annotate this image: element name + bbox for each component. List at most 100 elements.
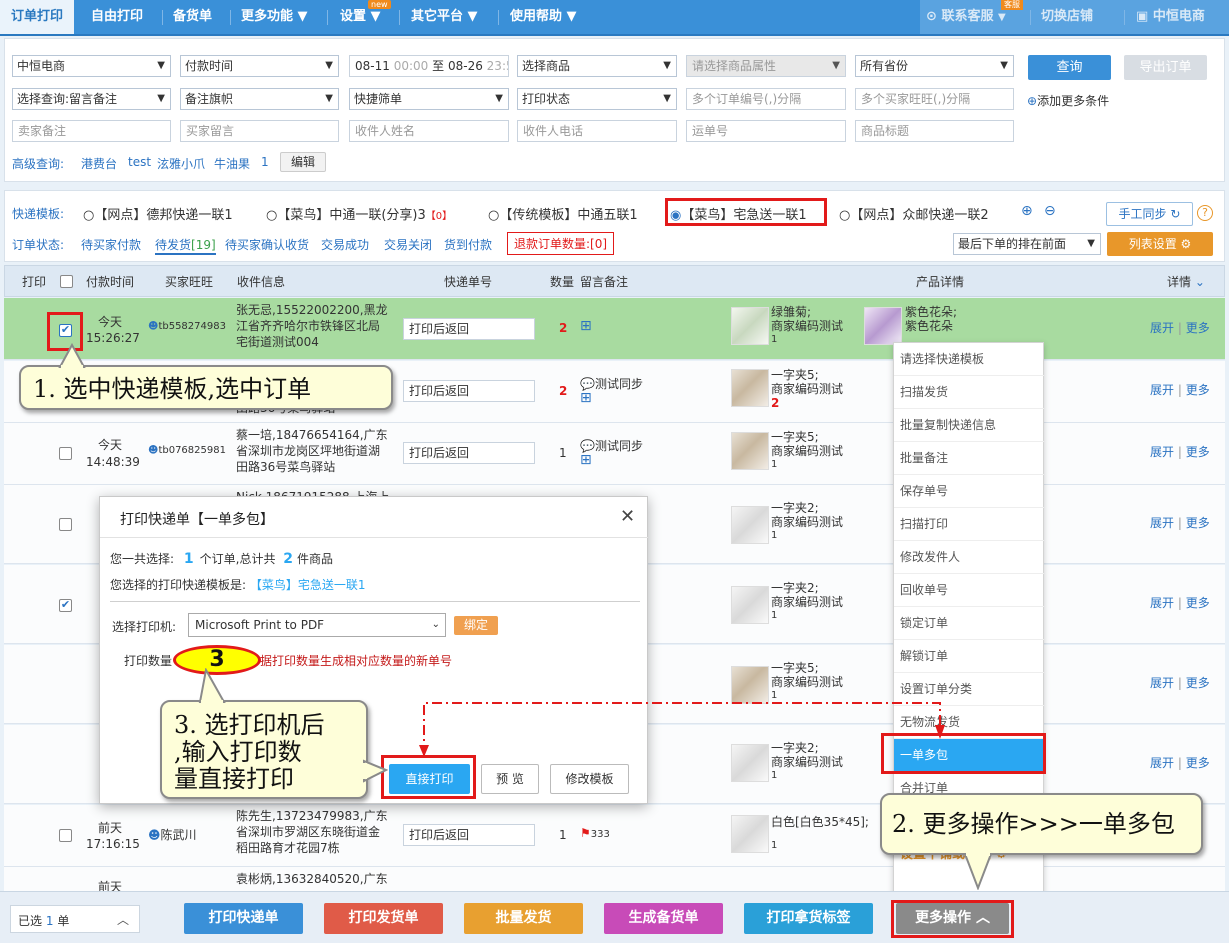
tab-more-functions[interactable]: 更多功能 ▼ xyxy=(241,0,308,34)
add-condition[interactable]: ⊕添加更多条件 xyxy=(1027,92,1109,109)
buyer-ww[interactable]: ☻tb558274983 xyxy=(148,321,226,332)
adv-item[interactable]: 港费台 xyxy=(81,155,117,172)
remove-template-icon[interactable]: ⊖ xyxy=(1044,203,1056,219)
help-icon[interactable]: ? xyxy=(1197,205,1213,221)
manual-sync-button[interactable]: 手工同步 ↻ xyxy=(1106,202,1193,226)
waybill-field[interactable]: 打印后返回 xyxy=(403,318,535,340)
close-icon[interactable]: ✕ xyxy=(620,506,635,527)
adv-item[interactable]: test xyxy=(128,155,151,169)
print-status-select[interactable]: 打印状态 ▼ xyxy=(517,88,677,110)
adv-item[interactable]: 泫雅小爪 xyxy=(157,155,205,172)
recv-name-input[interactable]: 收件人姓名 xyxy=(349,120,509,142)
row-actions[interactable]: 展开 | 更多 xyxy=(1150,754,1210,771)
template-option[interactable]: ○【网点】众邮快递一联2 xyxy=(839,204,989,223)
menu-item[interactable]: 批量复制快递信息 xyxy=(894,409,1044,442)
refund-count[interactable]: 退款订单数量:[0] xyxy=(507,232,615,255)
seller-note-input[interactable]: 卖家备注 xyxy=(12,120,171,142)
preview-button[interactable]: 预 览 xyxy=(481,764,539,794)
tab-free-print[interactable]: 自由打印 xyxy=(91,0,143,34)
batch-ship-button[interactable]: 批量发货 xyxy=(464,903,583,934)
row-actions[interactable]: 展开 | 更多 xyxy=(1150,443,1210,460)
edit-button[interactable]: 编辑 xyxy=(280,152,326,172)
select-query[interactable]: 选择查询:留言备注 ▼ xyxy=(12,88,171,110)
goods-select[interactable]: 选择商品 ▼ xyxy=(517,55,677,77)
template-option[interactable]: ○【网点】德邦快递一联1 xyxy=(83,204,233,223)
tab-other-platforms[interactable]: 其它平台 ▼ xyxy=(411,0,478,34)
province-select[interactable]: 所有省份 ▼ xyxy=(855,55,1014,77)
flag-select[interactable]: 备注旗帜 ▼ xyxy=(180,88,339,110)
menu-item[interactable]: 回收单号 xyxy=(894,574,1044,607)
generate-stock-button[interactable]: 生成备货单 xyxy=(604,903,723,934)
chevron-up-icon[interactable]: ︿ xyxy=(117,911,129,928)
selection-summary: 您一共选择: 1 个订单,总计共 2 件商品 xyxy=(110,551,334,567)
row-actions[interactable]: 展开 | 更多 xyxy=(1150,674,1210,691)
menu-item[interactable]: 解锁订单 xyxy=(894,640,1044,673)
buyer-ww-input[interactable]: 多个买家旺旺(,)分隔 xyxy=(855,88,1014,110)
menu-item[interactable]: 保存单号 xyxy=(894,475,1044,508)
add-note-icon[interactable]: ⊞ xyxy=(580,390,592,406)
row-checkbox[interactable] xyxy=(59,518,72,531)
tab-help[interactable]: 使用帮助 ▼ xyxy=(510,0,577,34)
order-no-input[interactable]: 多个订单编号(,)分隔 xyxy=(686,88,846,110)
status-tab[interactable]: 交易成功 xyxy=(321,236,369,253)
print-label-button[interactable]: 打印拿货标签 xyxy=(744,903,873,934)
export-button[interactable]: 导出订单 xyxy=(1124,55,1207,80)
row-actions[interactable]: 展开 | 更多 xyxy=(1150,594,1210,611)
edit-template-button[interactable]: 修改模板 xyxy=(550,764,629,794)
attr-select[interactable]: 请选择商品属性 ▼ xyxy=(686,55,846,77)
buyer-ww[interactable]: ☻陈武川 xyxy=(148,826,197,843)
shop-name[interactable]: ▣ 中恒电商 xyxy=(1136,0,1205,34)
add-note-icon[interactable]: ⊞ xyxy=(580,452,592,468)
row-actions[interactable]: 展开 | 更多 xyxy=(1150,514,1210,531)
print-delivery-button[interactable]: 打印发货单 xyxy=(324,903,443,934)
sort-select[interactable]: 最后下单的排在前面 ▼ xyxy=(953,233,1101,255)
row-actions[interactable]: 展开 | 更多 xyxy=(1150,319,1210,336)
print-count-hint: 据打印数量生成相对应数量的新单号 xyxy=(260,654,453,668)
status-tab-active[interactable]: 待发货[19] xyxy=(155,236,216,255)
template-option[interactable]: ○【传统模板】中通五联1 xyxy=(488,204,638,223)
printer-select[interactable]: Microsoft Print to PDF ⌄ xyxy=(188,613,446,637)
add-template-icon[interactable]: ⊕ xyxy=(1021,203,1033,219)
menu-item[interactable]: 批量备注 xyxy=(894,442,1044,475)
time-type-select[interactable]: 付款时间 ▼ xyxy=(180,55,339,77)
row-checkbox-checked[interactable]: ✔ xyxy=(59,599,72,612)
select-all-checkbox[interactable] xyxy=(60,275,73,288)
tab-stock-list[interactable]: 备货单 xyxy=(173,0,212,34)
menu-item[interactable]: 扫描发货 xyxy=(894,376,1044,409)
quick-filter-select[interactable]: 快捷筛单 ▼ xyxy=(349,88,509,110)
date-range-input[interactable]: 08-11 00:00 至 08-26 23:59 xyxy=(349,55,509,77)
buyer-msg-input[interactable]: 买家留言 xyxy=(180,120,339,142)
shop-select[interactable]: 中恒电商 ▼ xyxy=(12,55,171,77)
col-detail[interactable]: 详情 ⌄ xyxy=(1167,273,1205,290)
adv-item[interactable]: 1 xyxy=(261,155,269,169)
menu-item[interactable]: 锁定订单 xyxy=(894,607,1044,640)
status-tab[interactable]: 待买家确认收货 xyxy=(225,236,309,253)
waybill-input[interactable]: 运单号 xyxy=(686,120,846,142)
status-tab[interactable]: 货到付款 xyxy=(444,236,492,253)
bind-button[interactable]: 绑定 xyxy=(454,616,498,635)
list-settings-button[interactable]: 列表设置 ⚙ xyxy=(1107,232,1213,256)
query-button[interactable]: 查询 xyxy=(1028,55,1111,80)
template-option[interactable]: ○【菜鸟】中通一联(分享)3【0】 xyxy=(266,204,452,223)
switch-shop[interactable]: 切换店铺 xyxy=(1041,0,1093,34)
contact-service[interactable]: ⊙ 联系客服 ▼ xyxy=(926,0,1006,34)
recv-phone-input[interactable]: 收件人电话 xyxy=(517,120,677,142)
waybill-field[interactable]: 打印后返回 xyxy=(403,824,535,846)
adv-item[interactable]: 牛油果 xyxy=(214,155,250,172)
print-waybill-button[interactable]: 打印快递单 xyxy=(184,903,303,934)
waybill-field[interactable]: 打印后返回 xyxy=(403,380,535,402)
status-tab[interactable]: 交易关闭 xyxy=(384,236,432,253)
menu-item[interactable]: 扫描打印 xyxy=(894,508,1044,541)
menu-item[interactable]: 请选择快递模板 xyxy=(894,343,1044,376)
row-checkbox[interactable] xyxy=(59,447,72,460)
goods-title-input[interactable]: 商品标题 xyxy=(855,120,1014,142)
waybill-field[interactable]: 打印后返回 xyxy=(403,442,535,464)
callout-pointer xyxy=(58,343,86,369)
buyer-ww[interactable]: ☻tb076825981 xyxy=(148,445,226,456)
add-note-icon[interactable]: ⊞ xyxy=(580,318,592,334)
row-actions[interactable]: 展开 | 更多 xyxy=(1150,381,1210,398)
row-checkbox[interactable] xyxy=(59,829,72,842)
menu-item[interactable]: 修改发件人 xyxy=(894,541,1044,574)
tab-order-print[interactable]: 订单打印 xyxy=(0,0,74,34)
status-tab[interactable]: 待买家付款 xyxy=(81,236,141,253)
